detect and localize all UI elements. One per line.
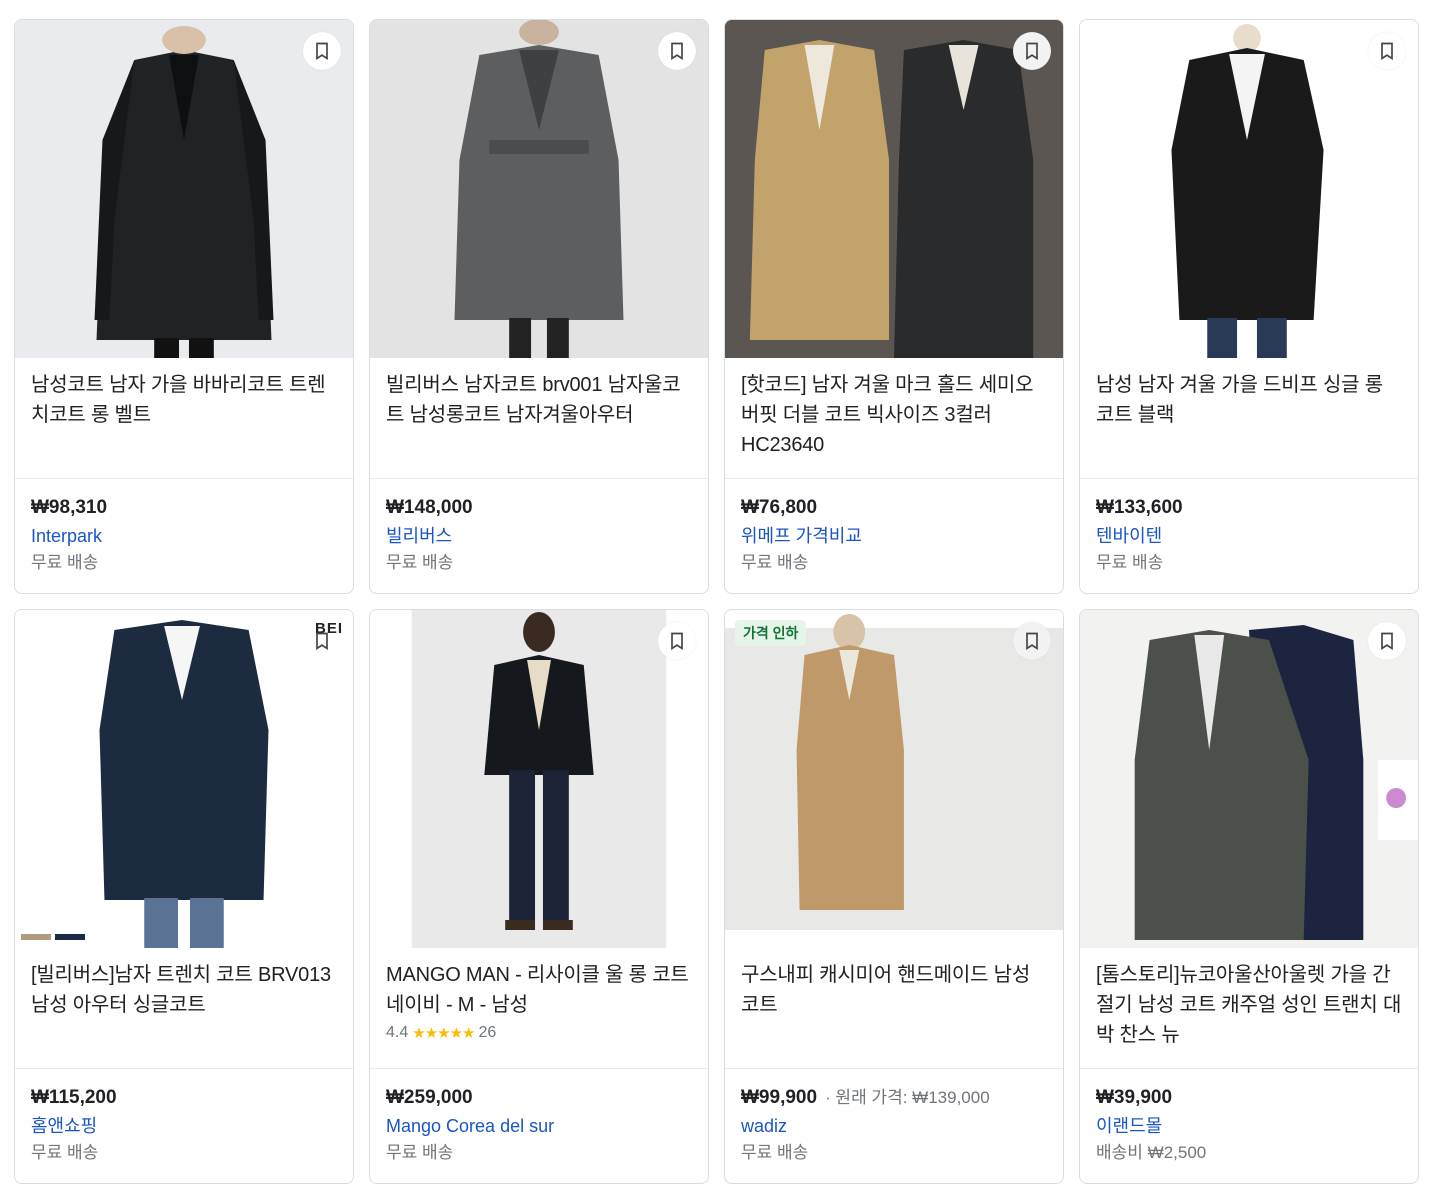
coat-photo	[1080, 610, 1418, 948]
coat-photo	[370, 610, 708, 948]
star-rating-icon: ★★★★★	[412, 1025, 475, 1042]
price: ₩98,310	[31, 497, 108, 518]
merchant-link[interactable]: Interpark	[31, 522, 341, 550]
merchant-link[interactable]: 이랜드몰	[1096, 1112, 1406, 1140]
product-title[interactable]: [빌리버스]남자 트렌치 코트 BRV013 남성 아우터 싱글코트	[15, 948, 353, 1068]
product-card[interactable]: BEI [빌리버스]남자 트렌치 코트 BRV013 남성 아우터 싱글코트 ₩…	[14, 609, 354, 1184]
product-title[interactable]: 남성코트 남자 가을 바바리코트 트렌치코트 롱 벨트	[15, 358, 353, 478]
bookmark-icon	[671, 42, 683, 61]
merchant-link[interactable]: Mango Corea del sur	[386, 1112, 696, 1140]
product-title[interactable]: [톰스토리]뉴코아울산아울렛 가을 간절기 남성 코트 캐주얼 성인 트랜치 대…	[1080, 948, 1418, 1068]
coat-photo	[15, 20, 353, 358]
merchant-link[interactable]: 위메프 가격비교	[741, 522, 1051, 550]
product-card[interactable]: [톰스토리]뉴코아울산아울렛 가을 간절기 남성 코트 캐주얼 성인 트랜치 대…	[1079, 609, 1419, 1184]
coat-photo	[370, 20, 708, 358]
product-image[interactable]	[370, 610, 708, 948]
original-price: · 원래 가격: ₩139,000	[825, 1088, 990, 1107]
bookmark-icon	[1026, 42, 1038, 61]
divider	[1080, 478, 1418, 479]
save-button[interactable]	[1013, 32, 1051, 70]
product-image[interactable]	[725, 20, 1063, 358]
product-image[interactable]	[1080, 610, 1418, 948]
coat-photo	[725, 610, 1063, 948]
shipping-info: 무료 배송	[1096, 553, 1164, 572]
save-button[interactable]	[658, 32, 696, 70]
product-grid: 남성코트 남자 가을 바바리코트 트렌치코트 롱 벨트 ₩98,310 Inte…	[14, 19, 1419, 1184]
save-button[interactable]	[303, 32, 341, 70]
shipping-info: 배송비 ₩2,500	[1096, 1143, 1207, 1162]
price-drop-badge: 가격 인하	[735, 620, 807, 646]
shipping-info: 무료 배송	[386, 1143, 454, 1162]
save-button[interactable]	[303, 622, 341, 660]
shipping-info: 무료 배송	[31, 553, 99, 572]
divider	[725, 1068, 1063, 1069]
product-title[interactable]: 남성 남자 겨울 가을 드비프 싱글 롱 코트 블랙	[1080, 358, 1418, 478]
price: ₩99,900 · 원래 가격: ₩139,000	[741, 1084, 1051, 1112]
divider	[725, 478, 1063, 479]
product-image[interactable]	[15, 20, 353, 358]
bookmark-icon	[671, 632, 683, 651]
shipping-info: 무료 배송	[31, 1143, 99, 1162]
swatch-navy	[55, 934, 85, 940]
merchant-link[interactable]: 빌리버스	[386, 522, 696, 550]
color-swatches	[21, 934, 85, 940]
product-image[interactable]: 가격 인하	[725, 610, 1063, 948]
merchant-link[interactable]: 홈앤쇼핑	[31, 1112, 341, 1140]
product-title[interactable]: MANGO MAN - 리사이클 울 롱 코트 네이비 - M - 남성	[370, 948, 708, 1068]
merchant-link[interactable]: 텐바이텐	[1096, 522, 1406, 550]
product-image[interactable]	[1080, 20, 1418, 358]
save-button[interactable]	[658, 622, 696, 660]
shipping-info: 무료 배송	[741, 553, 809, 572]
save-button[interactable]	[1368, 32, 1406, 70]
price: ₩148,000	[386, 497, 473, 518]
price: ₩76,800	[741, 497, 818, 518]
product-card[interactable]: MANGO MAN - 리사이클 울 롱 코트 네이비 - M - 남성 4.4…	[369, 609, 709, 1184]
price: ₩39,900	[1096, 1087, 1173, 1108]
divider	[15, 1068, 353, 1069]
product-card[interactable]: 남성 남자 겨울 가을 드비프 싱글 롱 코트 블랙 ₩133,600 텐바이텐…	[1079, 19, 1419, 594]
product-title[interactable]: [핫코드] 남자 겨울 마크 홀드 세미오버핏 더블 코트 빅사이즈 3컬러 H…	[725, 358, 1063, 478]
divider	[370, 478, 708, 479]
review-count[interactable]: 26	[479, 1024, 497, 1042]
bookmark-icon	[316, 42, 328, 61]
bookmark-icon	[1381, 632, 1393, 651]
coat-photo	[1080, 20, 1418, 358]
product-image[interactable]: BEI	[15, 610, 353, 948]
swatch-beige	[21, 934, 51, 940]
shipping-info: 무료 배송	[741, 1143, 809, 1162]
divider	[1080, 1068, 1418, 1069]
merchant-link[interactable]: wadiz	[741, 1112, 1051, 1140]
coat-photo	[15, 610, 353, 948]
divider	[370, 1068, 708, 1069]
price: ₩115,200	[31, 1087, 117, 1108]
divider	[15, 478, 353, 479]
product-card[interactable]: [핫코드] 남자 겨울 마크 홀드 세미오버핏 더블 코트 빅사이즈 3컬러 H…	[724, 19, 1064, 594]
price: ₩133,600	[1096, 497, 1183, 518]
bookmark-icon	[316, 632, 328, 651]
save-button[interactable]	[1013, 622, 1051, 660]
shipping-info: 무료 배송	[386, 553, 454, 572]
save-button[interactable]	[1368, 622, 1406, 660]
product-card[interactable]: 빌리버스 남자코트 brv001 남자울코트 남성롱코트 남자겨울아우터 ₩14…	[369, 19, 709, 594]
coat-photo	[725, 20, 1063, 358]
bookmark-icon	[1026, 632, 1038, 651]
rating: 4.4 ★★★★★ 26	[386, 1024, 496, 1042]
rating-value: 4.4	[386, 1024, 409, 1041]
product-title[interactable]: 구스내피 캐시미어 핸드메이드 남성코트	[725, 948, 1063, 1068]
product-title[interactable]: 빌리버스 남자코트 brv001 남자울코트 남성롱코트 남자겨울아우터	[370, 358, 708, 478]
product-card[interactable]: 가격 인하 구스내피 캐시미어 핸드메이드 남성코트 ₩99,900 · 원래 …	[724, 609, 1064, 1184]
product-image[interactable]	[370, 20, 708, 358]
bookmark-icon	[1381, 42, 1393, 61]
product-card[interactable]: 남성코트 남자 가을 바바리코트 트렌치코트 롱 벨트 ₩98,310 Inte…	[14, 19, 354, 594]
price: ₩259,000	[386, 1087, 473, 1108]
